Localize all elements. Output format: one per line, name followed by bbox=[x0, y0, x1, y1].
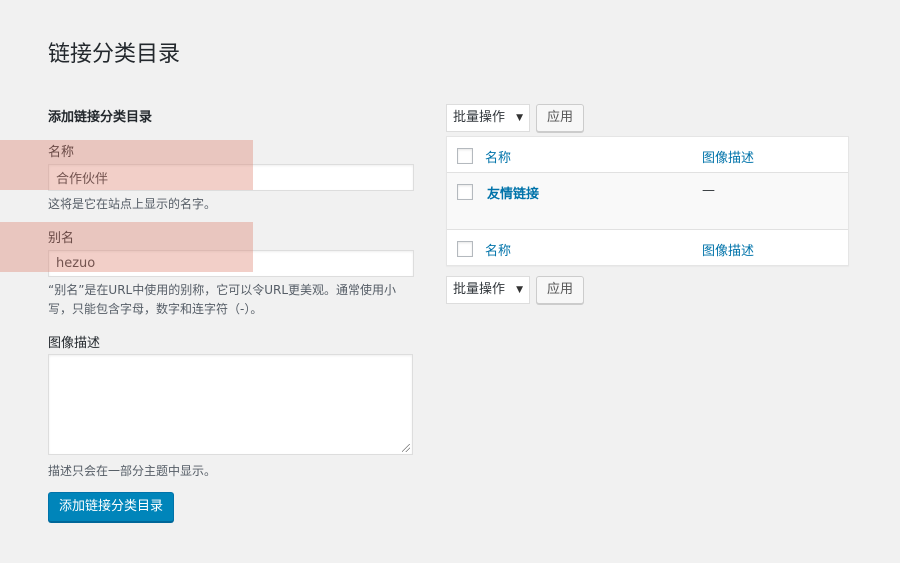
category-table: 名称 图像描述 友情链接 — 名称 图像描述 bbox=[446, 136, 849, 266]
apply-button-bottom[interactable]: 应用 bbox=[536, 276, 585, 304]
description-field-group: 图像描述 描述只会在一部分主题中显示。 bbox=[48, 332, 414, 481]
bulk-actions-top: 批量操作 ▼ 应用 bbox=[446, 104, 849, 132]
add-category-button[interactable]: 添加链接分类目录 bbox=[48, 492, 175, 522]
bulk-actions-bottom: 批量操作 ▼ 应用 bbox=[446, 276, 849, 304]
column-header-description[interactable]: 图像描述 bbox=[702, 137, 754, 172]
bulk-action-selected: 批量操作 bbox=[453, 110, 506, 125]
apply-button[interactable]: 应用 bbox=[536, 104, 585, 132]
description-textarea[interactable] bbox=[48, 354, 413, 455]
column-footer-name[interactable]: 名称 bbox=[485, 230, 702, 265]
page-title: 链接分类目录 bbox=[48, 42, 181, 67]
bulk-action-selected-bottom: 批量操作 bbox=[453, 282, 506, 297]
name-help: 这将是它在站点上显示的名字。 bbox=[48, 197, 217, 211]
select-all-checkbox[interactable] bbox=[457, 148, 473, 164]
slug-field-group: 别名 “别名”是在URL中使用的别称，它可以令URL更美观。通常使用小写，只能包… bbox=[48, 227, 414, 319]
column-footer-description[interactable]: 图像描述 bbox=[702, 230, 754, 265]
add-category-form: 添加链接分类目录 名称 这将是它在站点上显示的名字。 别名 “别名”是在URL中… bbox=[48, 100, 414, 522]
name-field-group: 名称 这将是它在站点上显示的名字。 bbox=[48, 141, 414, 214]
table-row: 友情链接 — bbox=[447, 173, 848, 229]
category-description: — bbox=[702, 183, 715, 198]
resize-grip-icon[interactable] bbox=[402, 444, 410, 452]
select-all-checkbox-footer[interactable] bbox=[457, 241, 473, 257]
chevron-down-icon: ▼ bbox=[516, 113, 523, 123]
chevron-down-icon: ▼ bbox=[516, 285, 523, 295]
bulk-action-select-bottom[interactable]: 批量操作 ▼ bbox=[446, 276, 530, 304]
description-label: 图像描述 bbox=[48, 336, 101, 351]
category-list-panel: 批量操作 ▼ 应用 名称 图像描述 友情链接 — 名称 图像描述 批量操作 ▼ … bbox=[446, 104, 849, 304]
name-input[interactable] bbox=[48, 164, 414, 191]
slug-input[interactable] bbox=[48, 250, 414, 277]
table-footer-row: 名称 图像描述 bbox=[447, 229, 848, 265]
bulk-action-select[interactable]: 批量操作 ▼ bbox=[446, 104, 530, 132]
row-checkbox[interactable] bbox=[457, 184, 473, 200]
slug-help: “别名”是在URL中使用的别称，它可以令URL更美观。通常使用小写，只能包含字母… bbox=[48, 283, 397, 316]
form-heading: 添加链接分类目录 bbox=[48, 110, 153, 125]
description-help: 描述只会在一部分主题中显示。 bbox=[48, 464, 217, 478]
column-header-name[interactable]: 名称 bbox=[485, 137, 702, 172]
name-label: 名称 bbox=[48, 145, 75, 160]
category-name-link[interactable]: 友情链接 bbox=[485, 173, 702, 229]
slug-label: 别名 bbox=[48, 231, 75, 246]
table-header-row: 名称 图像描述 bbox=[447, 137, 848, 173]
